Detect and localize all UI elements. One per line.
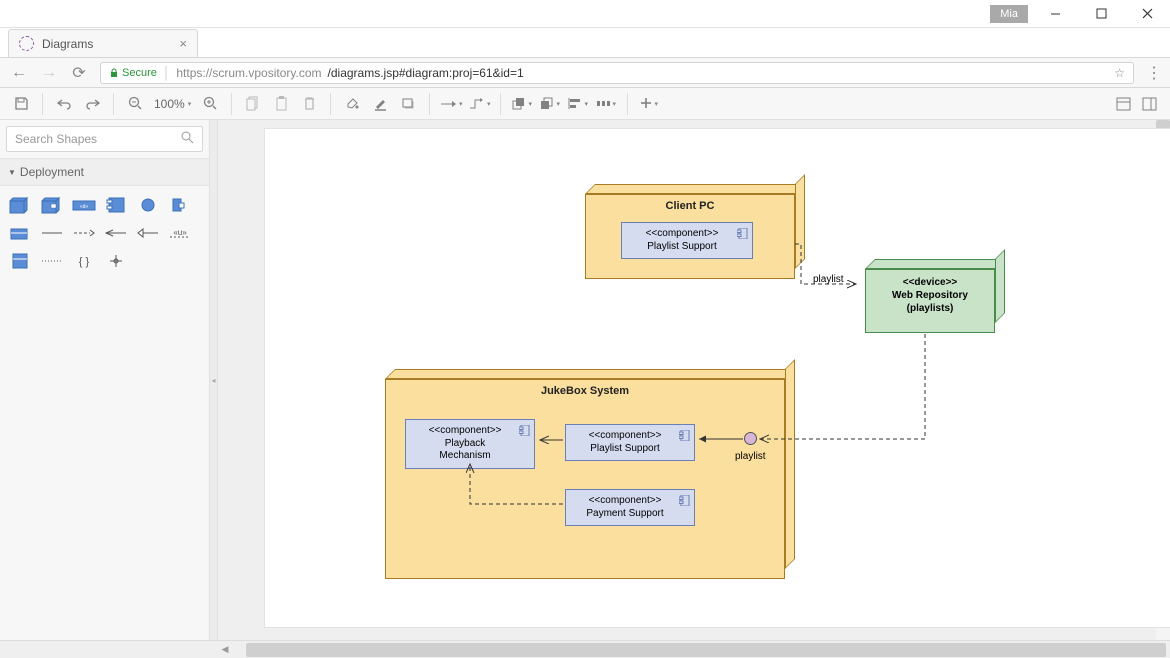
url-path: /diagrams.jsp#diagram:proj=61&id=1 — [328, 66, 524, 80]
search-icon — [181, 131, 194, 147]
shape-dependency[interactable] — [70, 222, 98, 244]
component-playlist-support-client[interactable]: <<component>> Playlist Support — [621, 222, 753, 259]
canvas-area[interactable]: Client PC <<component>> Playlist Support… — [218, 120, 1170, 640]
shape-link[interactable] — [38, 250, 66, 272]
component-payment-support[interactable]: <<component>> Payment Support — [565, 489, 695, 526]
shape-manifest[interactable] — [102, 222, 130, 244]
browser-menu-icon[interactable]: ⋮ — [1146, 63, 1160, 83]
svg-text:«d»: «d» — [80, 204, 89, 210]
shape-device[interactable]: «d» — [70, 194, 98, 216]
undo-button[interactable] — [51, 91, 77, 117]
save-button[interactable] — [8, 91, 34, 117]
tab-title: Diagrams — [42, 37, 93, 51]
new-tab-button[interactable] — [198, 33, 228, 57]
fill-color-button[interactable] — [339, 91, 365, 117]
shape-node[interactable] — [6, 194, 34, 216]
add-button[interactable]: ▾ — [636, 91, 662, 117]
shape-artifact[interactable] — [6, 222, 34, 244]
outline-panel-button[interactable] — [1136, 91, 1162, 117]
to-back-button[interactable]: ▾ — [537, 91, 563, 117]
zoom-out-button[interactable] — [122, 91, 148, 117]
collapse-icon: ▼ — [8, 168, 16, 177]
browser-address-bar: ← → ⟳ Secure │ https://scrum.vpository.c… — [0, 58, 1170, 88]
to-front-button[interactable]: ▾ — [509, 91, 535, 117]
delete-button[interactable] — [296, 91, 322, 117]
component-icon — [679, 430, 690, 441]
arrow-style-button[interactable]: ▾ — [438, 91, 464, 117]
bookmark-star-icon[interactable]: ☆ — [1114, 66, 1125, 80]
component-playlist-support-jb[interactable]: <<component>> Playlist Support — [565, 424, 695, 461]
node-title: Client PC — [585, 200, 795, 212]
sidebar: Search Shapes ▼ Deployment «d» «u» { } — [0, 120, 210, 640]
tab-close-icon[interactable]: × — [179, 36, 187, 51]
shape-generalization[interactable] — [134, 222, 162, 244]
shape-palette: «d» «u» { } — [0, 186, 209, 280]
search-shapes-input[interactable]: Search Shapes — [6, 126, 203, 152]
maximize-button[interactable] — [1078, 0, 1124, 28]
svg-text:{ }: { } — [79, 256, 90, 268]
tab-favicon — [19, 36, 34, 51]
horizontal-scrollbar[interactable]: ◀ ▶ — [0, 640, 1170, 658]
component-playback-mechanism[interactable]: <<component>> Playback Mechanism — [405, 419, 535, 469]
browser-tabstrip: Diagrams × — [0, 28, 1170, 58]
port-playlist[interactable] — [744, 432, 757, 445]
shape-spec[interactable] — [6, 250, 34, 272]
component-icon — [679, 495, 690, 506]
copy-button[interactable] — [240, 91, 266, 117]
lock-icon — [109, 68, 119, 78]
component-icon — [737, 228, 748, 239]
component-icon — [519, 425, 530, 436]
distribute-button[interactable]: ▾ — [593, 91, 619, 117]
line-color-button[interactable] — [367, 91, 393, 117]
sidebar-resize-handle[interactable]: ◂ — [210, 120, 218, 640]
minimize-button[interactable] — [1032, 0, 1078, 28]
zoom-in-button[interactable] — [197, 91, 223, 117]
redo-button[interactable] — [79, 91, 105, 117]
connector-style-button[interactable]: ▾ — [466, 91, 492, 117]
diagram-canvas[interactable]: Client PC <<component>> Playlist Support… — [264, 128, 1170, 628]
shape-node-instance[interactable] — [38, 194, 66, 216]
url-input[interactable]: Secure │ https://scrum.vpository.com/dia… — [100, 62, 1134, 84]
close-window-button[interactable] — [1124, 0, 1170, 28]
shadow-button[interactable] — [395, 91, 421, 117]
port-label: playlist — [735, 451, 766, 462]
link-label-playlist: playlist — [813, 274, 844, 285]
search-placeholder: Search Shapes — [15, 132, 97, 146]
shape-anchor[interactable] — [102, 250, 130, 272]
shape-port[interactable] — [166, 194, 194, 216]
align-button[interactable]: ▾ — [565, 91, 591, 117]
shape-usage[interactable]: «u» — [166, 222, 194, 244]
app-toolbar: 100%▾ ▾ ▾ ▾ ▾ ▾ ▾ ▾ — [0, 88, 1170, 120]
forward-button[interactable]: → — [40, 64, 58, 82]
back-button[interactable]: ← — [10, 64, 28, 82]
shape-constraint[interactable]: { } — [70, 250, 98, 272]
shape-association[interactable] — [38, 222, 66, 244]
paste-button[interactable] — [268, 91, 294, 117]
url-host: https://scrum.vpository.com — [176, 66, 321, 80]
shape-component[interactable] — [102, 194, 130, 216]
zoom-level[interactable]: 100%▾ — [150, 97, 195, 111]
shape-interface[interactable] — [134, 194, 162, 216]
window-titlebar: Mia — [0, 0, 1170, 28]
format-panel-button[interactable] — [1110, 91, 1136, 117]
secure-indicator: Secure — [109, 67, 157, 79]
node-title: JukeBox System — [385, 385, 785, 397]
user-badge: Mia — [990, 5, 1028, 23]
reload-button[interactable]: ⟳ — [70, 63, 88, 83]
browser-tab[interactable]: Diagrams × — [8, 29, 198, 57]
panel-header-deployment[interactable]: ▼ Deployment — [0, 158, 209, 186]
svg-text:«u»: «u» — [173, 228, 187, 237]
